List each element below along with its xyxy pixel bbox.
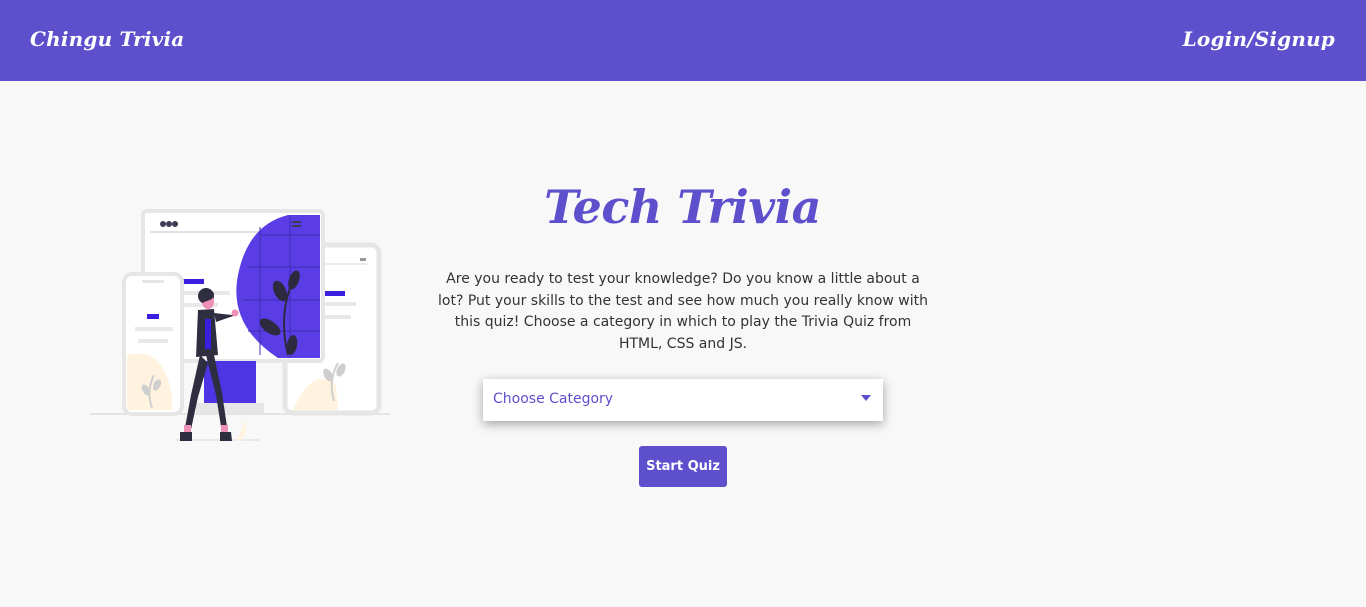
navbar: Chingu Trivia Login/Signup	[0, 0, 1366, 81]
login-signup-link[interactable]: Login/Signup	[1183, 27, 1335, 51]
page-title: Tech Trivia	[544, 180, 821, 234]
hero-illustration	[88, 205, 393, 450]
category-select-value: Choose Category	[493, 391, 614, 407]
person-devices-illustration	[90, 209, 390, 441]
brand-logo-link[interactable]: Chingu Trivia	[30, 27, 184, 51]
start-quiz-button[interactable]: Start Quiz	[639, 446, 727, 487]
category-select[interactable]: Choose Category	[483, 379, 883, 421]
quiz-description: Are you ready to test your knowledge? Do…	[438, 271, 928, 352]
caret-down-icon	[861, 395, 871, 401]
